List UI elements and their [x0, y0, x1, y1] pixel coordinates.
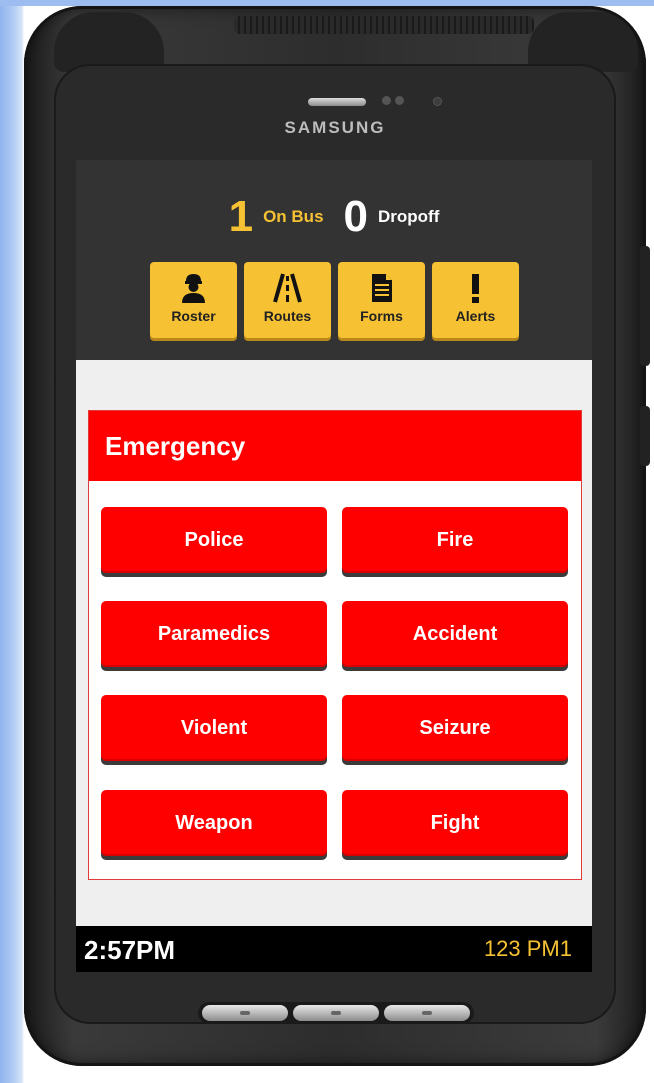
document-icon — [372, 274, 392, 302]
power-key[interactable] — [640, 406, 650, 466]
paramedics-button[interactable]: Paramedics — [101, 601, 327, 667]
corner-bumper — [54, 12, 164, 72]
emergency-title-bar: Emergency — [89, 411, 581, 481]
roster-button[interactable]: Roster — [150, 262, 237, 338]
nav-toolbar: Roster Routes Forms Alerts — [150, 262, 520, 338]
top-grip — [234, 16, 534, 34]
home-key[interactable] — [293, 1005, 379, 1021]
road-icon — [273, 273, 302, 303]
fire-button[interactable]: Fire — [342, 507, 568, 573]
route-id: 123 PM1 — [483, 936, 572, 961]
emergency-title: Emergency — [105, 431, 246, 461]
app-header: 1 On Bus 0 Dropoff Roster Routes Forms A… — [76, 160, 592, 360]
volume-key[interactable] — [640, 246, 650, 366]
app-screen: 1 On Bus 0 Dropoff Roster Routes Forms A… — [76, 160, 592, 972]
on-bus-count: 1 — [228, 192, 254, 241]
alerts-button[interactable]: Alerts — [432, 262, 519, 338]
passenger-counts: 1 On Bus 0 Dropoff — [76, 192, 592, 242]
earpiece-speaker — [308, 98, 366, 106]
routes-button[interactable]: Routes — [244, 262, 331, 338]
fight-button[interactable]: Fight — [342, 790, 568, 856]
light-sensor — [395, 96, 404, 105]
dropoff-count: 0 — [343, 192, 369, 241]
back-key[interactable] — [384, 1005, 470, 1021]
forms-label: Forms — [360, 308, 403, 324]
accident-button[interactable]: Accident — [342, 601, 568, 667]
hardware-button-bar — [198, 1002, 474, 1024]
roster-label: Roster — [171, 308, 216, 324]
status-bar: 2:57PM 123 PM1 — [76, 926, 592, 972]
proximity-sensor — [382, 96, 391, 105]
seizure-button[interactable]: Seizure — [342, 695, 568, 761]
clock: 2:57PM — [84, 935, 176, 965]
recent-apps-key[interactable] — [202, 1005, 288, 1021]
device-brand: SAMSUNG — [284, 118, 386, 137]
exclamation-icon — [472, 274, 479, 303]
forms-button[interactable]: Forms — [338, 262, 425, 338]
routes-label: Routes — [263, 308, 312, 324]
police-button[interactable]: Police — [101, 507, 327, 573]
emergency-panel: Emergency Police Fire Paramedics Acciden… — [88, 410, 582, 880]
dropoff-label: Dropoff — [378, 207, 440, 226]
violent-button[interactable]: Violent — [101, 695, 327, 761]
alerts-label: Alerts — [455, 308, 496, 324]
front-camera — [434, 98, 441, 105]
on-bus-label: On Bus — [263, 207, 324, 226]
person-icon — [182, 274, 205, 303]
corner-bumper — [528, 12, 638, 72]
weapon-button[interactable]: Weapon — [101, 790, 327, 856]
